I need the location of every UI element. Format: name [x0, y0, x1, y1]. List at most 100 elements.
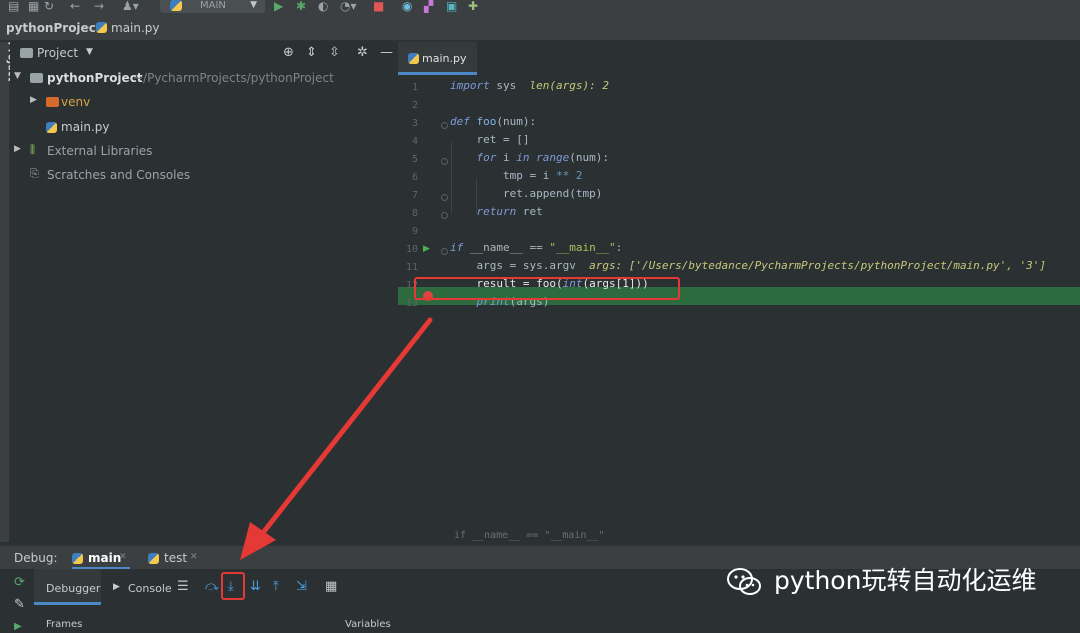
debug-tab-main[interactable]: main ✕ — [72, 546, 130, 570]
breadcrumb-file[interactable]: main.py — [111, 21, 160, 35]
python-file-icon — [408, 53, 419, 64]
fold-marker-icon[interactable] — [441, 122, 448, 129]
fold-marker-icon[interactable] — [441, 158, 448, 165]
left-tool-strip: Project — [0, 41, 17, 542]
frames-label: Frames — [46, 619, 83, 630]
plugin-icon[interactable]: ▞ — [424, 0, 433, 13]
run-config-select[interactable]: MAIN ▼ — [160, 0, 265, 13]
python-icon — [170, 0, 182, 11]
evaluate-expression-icon[interactable]: ▦ — [325, 580, 337, 593]
chevron-down-icon[interactable]: ▼ — [14, 71, 21, 81]
python-file-icon — [46, 122, 57, 133]
sync-icon[interactable]: ▤ — [8, 0, 19, 13]
debug-tab-label: test — [164, 551, 188, 565]
code-line-1: import sys len(args): 2 — [450, 79, 609, 92]
code-line-4: ret = [] — [450, 133, 530, 146]
line-number: 5 — [411, 154, 418, 165]
rerun-icon[interactable]: ⟳ — [14, 575, 25, 590]
debug-side-toolbar: ⟳ ✎ ▶ — [10, 569, 32, 633]
code-line-5: for i in range(num): — [450, 151, 609, 164]
tree-item-scratches[interactable]: ⎘ Scratches and Consoles — [10, 164, 397, 186]
hide-icon[interactable]: — — [380, 45, 393, 60]
save-icon[interactable]: ▦ — [28, 0, 39, 13]
run-config-label: MAIN — [200, 0, 226, 11]
line-number: 6 — [411, 172, 418, 183]
debug-tab-test[interactable]: test ✕ — [148, 546, 206, 570]
tree-item-external-libraries[interactable]: ▶ ⫼ External Libraries — [10, 140, 397, 162]
tree-item-project-root[interactable]: ▼ pythonProject ~/PycharmProjects/python… — [10, 67, 397, 89]
breadcrumb-separator: › — [85, 20, 90, 34]
chevron-right-icon[interactable]: ▶ — [14, 144, 21, 154]
scratches-icon: ⎘ — [30, 167, 39, 180]
tree-item-label: venv — [61, 95, 91, 109]
debugger-tab[interactable]: Debugger — [34, 569, 101, 605]
project-panel-header: Project ▼ ⊕ ⇕ ⇳ ✲ — — [10, 42, 397, 64]
chevron-down-icon[interactable]: ▼ — [86, 47, 93, 57]
close-icon[interactable]: ✕ — [190, 552, 198, 562]
folder-icon — [30, 73, 43, 83]
expand-all-icon[interactable]: ⇕ — [306, 45, 317, 60]
step-into-my-code-icon[interactable]: ⇊ — [250, 580, 261, 593]
project-panel-title[interactable]: Project — [37, 46, 78, 60]
wrench-icon[interactable]: ✎ — [14, 597, 25, 612]
stop-icon[interactable]: ■ — [373, 0, 384, 13]
chevron-right-icon[interactable]: ▶ — [30, 95, 37, 105]
code-line-11: args = sys.argv args: ['/Users/bytedance… — [450, 259, 1047, 272]
project-panel: Project ▼ ⊕ ⇕ ⇳ ✲ — ▼ pythonProject ~/Py… — [10, 42, 397, 545]
forward-icon[interactable]: → — [94, 0, 104, 13]
structure-icon[interactable]: ▣ — [446, 0, 457, 13]
library-icon: ⫼ — [30, 143, 36, 156]
console-tab[interactable]: ▶ Console — [104, 569, 172, 605]
inline-debug-value: args: ['/Users/bytedance/PycharmProjects… — [589, 259, 1047, 272]
fold-marker-icon[interactable] — [441, 212, 448, 219]
debug-icon[interactable]: ✱ — [296, 0, 306, 13]
line-number: 1 — [411, 82, 418, 93]
line-number: 4 — [411, 136, 418, 147]
wechat-icon — [727, 568, 761, 595]
search-everywhere-icon[interactable]: ◉ — [402, 0, 412, 13]
navigation-bar: pythonProject › main.py — [0, 15, 1080, 41]
back-icon[interactable]: ← — [70, 0, 80, 13]
debug-tab-label: main — [88, 551, 122, 565]
run-gutter-icon[interactable]: ▶ — [423, 244, 430, 254]
debug-label: Debug: — [14, 551, 58, 565]
variables-label: Variables — [345, 619, 391, 630]
project-root-path: ~/PycharmProjects/pythonProject — [133, 71, 334, 85]
line-number: 9 — [411, 226, 418, 237]
fold-marker-icon[interactable] — [441, 194, 448, 201]
locate-icon[interactable]: ⊕ — [283, 45, 294, 60]
editor-breadcrumb[interactable]: if __name__ == "__main__" — [454, 530, 605, 541]
run-icon[interactable]: ▶ — [274, 0, 283, 13]
run-to-cursor-icon[interactable]: ⇲ — [296, 580, 307, 593]
collapse-all-icon[interactable]: ⇳ — [329, 45, 340, 60]
close-icon[interactable]: ✕ — [119, 552, 127, 562]
fold-marker-icon[interactable] — [441, 248, 448, 255]
tree-item-label: main.py — [61, 120, 110, 134]
resume-icon[interactable]: ▶ — [14, 621, 22, 632]
tree-item-label: External Libraries — [47, 144, 153, 158]
profile-icon[interactable]: ◔▾ — [340, 0, 357, 13]
refresh-icon[interactable]: ↻ — [44, 0, 54, 13]
line-number: 8 — [411, 208, 418, 219]
editor-tab-main-py[interactable]: main.py — [398, 42, 477, 75]
excluded-folder-icon — [46, 97, 59, 107]
step-over-icon[interactable]: ⤼ — [205, 580, 219, 593]
console-tab-label: Console — [128, 582, 172, 595]
user-icon[interactable]: ♟▾ — [122, 0, 139, 13]
watermark-text: python玩转自动化运维 — [774, 566, 1037, 595]
coverage-icon[interactable]: ◐ — [318, 0, 328, 13]
chevron-down-icon: ▼ — [250, 0, 257, 10]
code-line-7: ret.append(tmp) — [450, 187, 603, 200]
gear-icon[interactable]: ✲ — [357, 45, 368, 60]
project-root-name: pythonProject — [47, 71, 143, 85]
folder-icon — [20, 48, 33, 58]
step-out-icon[interactable]: ⤒ — [273, 580, 279, 593]
annotation-highlight-box — [414, 277, 680, 300]
line-number: 2 — [411, 100, 418, 111]
tree-item-main-py[interactable]: main.py — [10, 116, 397, 138]
layout-menu-icon[interactable]: ☰ — [177, 580, 189, 593]
line-number: 7 — [411, 190, 418, 201]
line-number: 11 — [405, 262, 418, 273]
puzzle-icon[interactable]: ✚ — [468, 0, 478, 13]
tree-item-venv[interactable]: ▶ venv — [10, 91, 397, 113]
